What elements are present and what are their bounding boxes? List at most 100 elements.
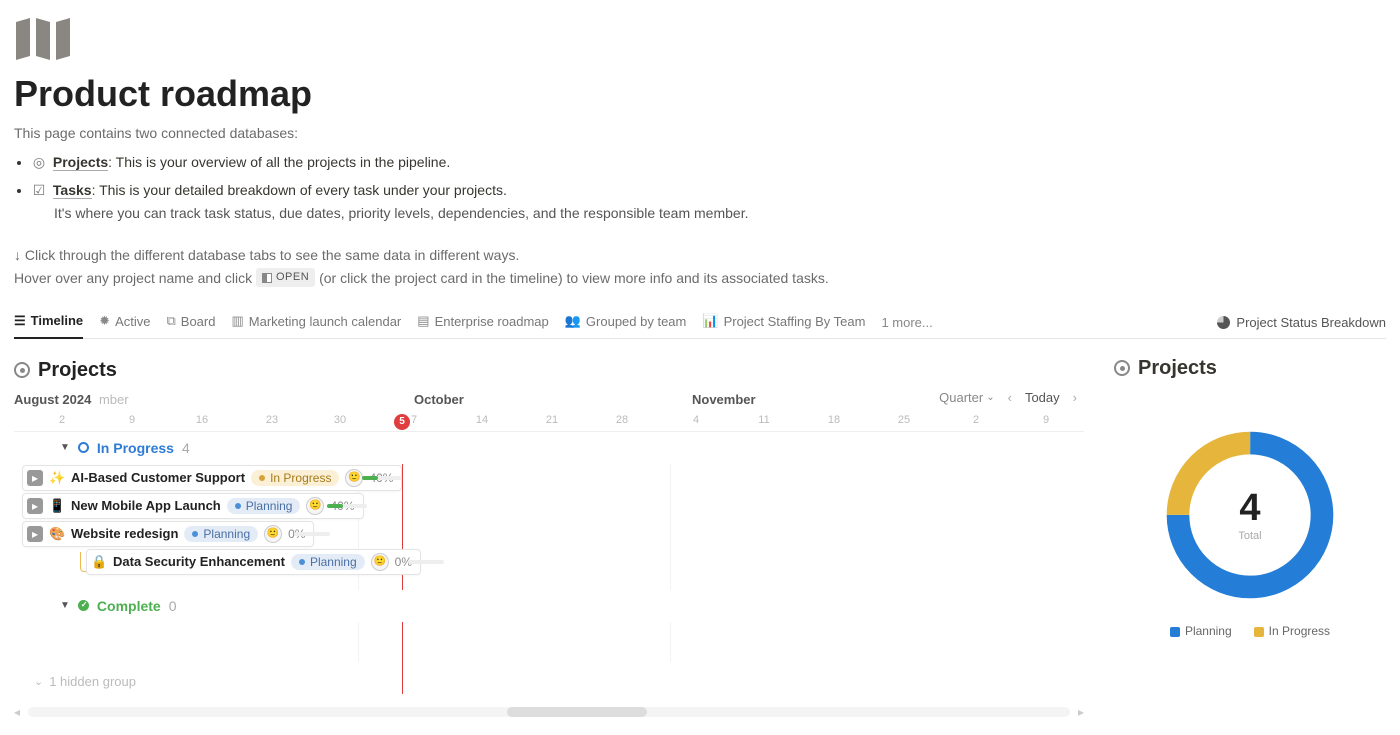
timeline-bar[interactable] xyxy=(408,560,444,564)
donut-total: 4 xyxy=(1239,487,1260,530)
caret-down-icon[interactable]: ▼ xyxy=(60,600,70,611)
chart-icon: 📊 xyxy=(702,313,718,329)
page-map-icon xyxy=(14,16,1386,65)
project-card[interactable]: ▸ ✨ AI-Based Customer Support In Progres… xyxy=(22,465,402,491)
timeline-day-tick: 18 xyxy=(828,414,840,426)
group-in-progress[interactable]: ▼ In Progress 4 xyxy=(14,432,1084,464)
roadmap-icon: ▤ xyxy=(417,313,429,329)
timeline-day-tick: 21 xyxy=(546,414,558,426)
tab-board[interactable]: ⧉ Board xyxy=(166,307,215,337)
tab-label: Marketing launch calendar xyxy=(249,314,401,329)
chart-legend: Planning In Progress xyxy=(1170,624,1330,638)
avatar: 🙂 xyxy=(371,553,389,571)
project-card[interactable]: 🔒 Data Security Enhancement Planning 🙂 0… xyxy=(86,549,421,575)
tasks-icon: ☑ xyxy=(32,179,46,201)
hint-prefix: Hover over any project name and click xyxy=(14,270,256,286)
timeline-day-tick: 9 xyxy=(1043,414,1049,426)
group-count: 4 xyxy=(182,440,190,456)
expand-button[interactable]: ▸ xyxy=(27,526,43,542)
timeline-day-tick: 25 xyxy=(898,414,910,426)
month-nov: November xyxy=(692,392,756,407)
donut-total-label: Total xyxy=(1238,530,1261,542)
project-emoji: 🎨 xyxy=(49,526,65,542)
board-icon: ⧉ xyxy=(166,313,175,329)
timeline-bar[interactable] xyxy=(362,476,402,480)
project-card[interactable]: ▸ 🎨 Website redesign Planning 🙂 0% xyxy=(22,521,314,547)
hidden-group-toggle[interactable]: ⌄ 1 hidden group xyxy=(14,662,1084,697)
timeline-day-tick: 16 xyxy=(196,414,208,426)
project-row: 🔒 Data Security Enhancement Planning 🙂 0… xyxy=(14,548,1084,576)
tab-project-staffing[interactable]: 📊 Project Staffing By Team xyxy=(702,307,865,337)
target-icon xyxy=(14,362,30,378)
timeline-day-tick: 7 xyxy=(411,414,417,426)
tab-marketing-calendar[interactable]: ▥ Marketing launch calendar xyxy=(231,307,401,337)
timeline-day-tick: 2 xyxy=(59,414,65,426)
project-emoji: 🔒 xyxy=(91,554,107,570)
tab-more[interactable]: 1 more... xyxy=(881,315,932,330)
status-pill: Planning xyxy=(227,498,301,514)
avatar: 🙂 xyxy=(306,497,324,515)
target-icon xyxy=(1114,360,1130,376)
tab-status-breakdown[interactable]: Project Status Breakdown xyxy=(1217,315,1386,330)
hint-line1: ↓ Click through the different database t… xyxy=(14,244,1386,266)
tab-label: Grouped by team xyxy=(586,314,686,329)
project-emoji: ✨ xyxy=(49,470,65,486)
project-row: ▸ 📱 New Mobile App Launch Planning 🙂 40% xyxy=(14,492,1084,520)
timeline-day-tick: 30 xyxy=(334,414,346,426)
database-tabs: ☰ Timeline ✹ Active ⧉ Board ▥ Marketing … xyxy=(14,307,1386,339)
timeline-bar[interactable] xyxy=(327,504,367,508)
tab-timeline[interactable]: ☰ Timeline xyxy=(14,307,83,339)
hint-block: ↓ Click through the different database t… xyxy=(14,244,1386,289)
tasks-link[interactable]: Tasks xyxy=(53,182,92,199)
timeline-day-row: 5 291623307142128411182529 xyxy=(14,414,1084,432)
intro-text: This page contains two connected databas… xyxy=(14,125,1386,141)
people-icon: 👥 xyxy=(565,313,581,329)
description-list: ◎ Projects: This is your overview of all… xyxy=(14,151,1386,224)
project-emoji: 📱 xyxy=(49,498,65,514)
timeline-day-tick: 2 xyxy=(973,414,979,426)
hint-suffix: (or click the project card in the timeli… xyxy=(319,270,829,286)
status-donut-chart: 4 Total xyxy=(1155,420,1345,610)
timeline-icon: ☰ xyxy=(14,313,26,329)
project-row: ▸ 🎨 Website redesign Planning 🙂 0% xyxy=(14,520,1084,548)
tab-label: Project Staffing By Team xyxy=(724,314,866,329)
tab-grouped-by-team[interactable]: 👥 Grouped by team xyxy=(565,307,687,337)
project-name: Website redesign xyxy=(71,526,178,541)
tasks-subdesc: It's where you can track task status, du… xyxy=(54,202,1386,224)
tab-active[interactable]: ✹ Active xyxy=(99,307,150,337)
tab-label: Enterprise roadmap xyxy=(435,314,549,329)
pie-icon xyxy=(1217,316,1230,329)
tab-enterprise-roadmap[interactable]: ▤ Enterprise roadmap xyxy=(417,307,548,337)
scroll-left-icon[interactable]: ◂ xyxy=(14,705,20,719)
projects-title: Projects xyxy=(38,359,117,382)
timeline-today-marker: 5 xyxy=(394,414,410,430)
timeline-day-tick: 9 xyxy=(129,414,135,426)
status-pill: Planning xyxy=(184,526,258,542)
projects-desc: : This is your overview of all the proje… xyxy=(108,154,450,170)
expand-button[interactable]: ▸ xyxy=(27,498,43,514)
tab-label: Active xyxy=(115,314,150,329)
scroll-right-icon[interactable]: ▸ xyxy=(1078,705,1084,719)
tab-label: Board xyxy=(181,314,216,329)
status-pill: Planning xyxy=(291,554,365,570)
projects-link[interactable]: Projects xyxy=(53,154,108,171)
group-label: Complete xyxy=(97,598,161,614)
calendar-icon: ▥ xyxy=(231,313,243,329)
project-card[interactable]: ▸ 📱 New Mobile App Launch Planning 🙂 40% xyxy=(22,493,364,519)
open-chip[interactable]: OPEN xyxy=(256,268,315,288)
expand-button[interactable]: ▸ xyxy=(27,470,43,486)
avatar: 🙂 xyxy=(345,469,363,487)
timeline-day-tick: 23 xyxy=(266,414,278,426)
right-view-label: Project Status Breakdown xyxy=(1236,315,1386,330)
caret-down-icon[interactable]: ▼ xyxy=(60,442,70,453)
timeline-horizontal-scrollbar[interactable]: ◂ ▸ xyxy=(14,705,1084,719)
group-complete[interactable]: ▼ Complete 0 xyxy=(14,590,1084,622)
timeline-day-tick: 11 xyxy=(758,414,769,426)
target-icon: ◎ xyxy=(32,151,46,173)
tasks-desc: : This is your detailed breakdown of eve… xyxy=(92,182,507,198)
legend-planning: Planning xyxy=(1170,624,1232,638)
tab-label: Timeline xyxy=(31,313,84,328)
project-name: Data Security Enhancement xyxy=(113,554,285,569)
timeline-bar[interactable] xyxy=(294,532,330,536)
timeline-month-row: August 2024 mber October November xyxy=(14,390,1084,410)
